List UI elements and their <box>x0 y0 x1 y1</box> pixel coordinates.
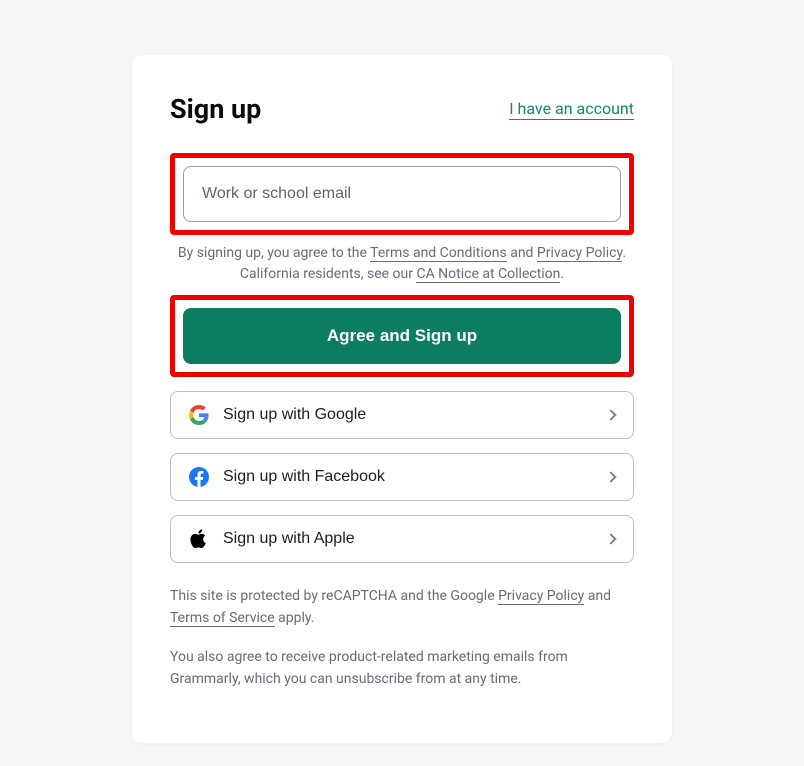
chevron-right-icon <box>605 409 616 420</box>
apple-signup-button[interactable]: Sign up with Apple <box>170 515 634 563</box>
oauth-label: Sign up with Apple <box>223 530 607 548</box>
google-privacy-link[interactable]: Privacy Policy <box>498 588 584 605</box>
legal-terms-text: By signing up, you agree to the Terms an… <box>170 243 634 285</box>
email-highlight-box <box>170 153 634 235</box>
google-icon <box>189 405 209 425</box>
agree-signup-button[interactable]: Agree and Sign up <box>183 308 621 364</box>
page-title: Sign up <box>170 93 261 125</box>
oauth-group: Sign up with Google Sign up with Faceboo… <box>170 391 634 563</box>
google-signup-button[interactable]: Sign up with Google <box>170 391 634 439</box>
facebook-signup-button[interactable]: Sign up with Facebook <box>170 453 634 501</box>
legal-footer: This site is protected by reCAPTCHA and … <box>170 585 634 691</box>
apple-icon <box>189 529 209 549</box>
marketing-consent-text: You also agree to receive product-relate… <box>170 646 634 691</box>
oauth-label: Sign up with Google <box>223 406 607 424</box>
signup-highlight-box: Agree and Sign up <box>170 295 634 377</box>
legal-text: . <box>560 266 564 282</box>
legal-text: This site is protected by reCAPTCHA and … <box>170 588 498 604</box>
recaptcha-text: This site is protected by reCAPTCHA and … <box>170 585 634 630</box>
facebook-icon <box>189 467 209 487</box>
terms-link[interactable]: Terms and Conditions <box>370 245 507 262</box>
signup-card: Sign up I have an account By signing up,… <box>132 55 672 743</box>
ca-notice-link[interactable]: CA Notice at Collection <box>416 266 560 283</box>
legal-text: and <box>584 588 611 604</box>
legal-text: By signing up, you agree to the <box>178 245 370 261</box>
have-account-link[interactable]: I have an account <box>509 99 634 120</box>
legal-text: apply. <box>275 610 315 626</box>
privacy-link[interactable]: Privacy Policy <box>537 245 622 262</box>
header-row: Sign up I have an account <box>170 93 634 125</box>
chevron-right-icon <box>605 533 616 544</box>
google-tos-link[interactable]: Terms of Service <box>170 610 275 627</box>
chevron-right-icon <box>605 471 616 482</box>
email-field[interactable] <box>183 166 621 222</box>
oauth-label: Sign up with Facebook <box>223 468 607 486</box>
legal-text: and <box>507 245 537 261</box>
